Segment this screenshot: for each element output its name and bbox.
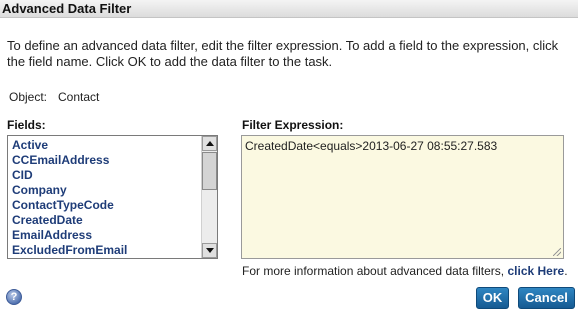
filter-expression-text: CreatedDate<equals>2013-06-27 08:55:27.5… [245, 139, 498, 153]
object-row: Object: Contact [9, 90, 99, 104]
field-item-excludedfromemail[interactable]: ExcludedFromEmail [12, 243, 127, 258]
object-value: Contact [58, 90, 100, 104]
scroll-up-button[interactable] [202, 136, 217, 151]
help-icon[interactable]: ? [6, 289, 22, 305]
object-label: Object: [9, 90, 48, 104]
scroll-down-button[interactable] [202, 243, 217, 258]
fields-listbox[interactable]: Active CCEmailAddress CID Company Contac… [7, 135, 218, 259]
arrow-down-icon [206, 248, 214, 253]
filter-expression-label: Filter Expression: [242, 118, 344, 132]
dialog-title: Advanced Data Filter [2, 1, 132, 16]
field-item-createddate[interactable]: CreatedDate [12, 213, 127, 228]
click-here-link[interactable]: click Here [507, 264, 564, 278]
ok-button[interactable]: OK [476, 287, 509, 309]
field-item-cid[interactable]: CID [12, 168, 127, 183]
fields-list: Active CCEmailAddress CID Company Contac… [12, 138, 127, 258]
field-item-ccemailaddress[interactable]: CCEmailAddress [12, 153, 127, 168]
field-item-company[interactable]: Company [12, 183, 127, 198]
fields-scrollbar[interactable] [201, 136, 217, 258]
instructions-text: To define an advanced data filter, edit … [7, 38, 559, 69]
cancel-button[interactable]: Cancel [518, 287, 575, 309]
more-info-suffix: . [564, 264, 568, 278]
resize-grip-icon[interactable] [553, 248, 561, 256]
field-item-active[interactable]: Active [12, 138, 127, 153]
dialog-titlebar: Advanced Data Filter [0, 0, 578, 18]
filter-expression-textarea[interactable]: CreatedDate<equals>2013-06-27 08:55:27.5… [241, 135, 564, 259]
more-info-label: For more information about advanced data… [242, 264, 508, 278]
field-item-emailaddress[interactable]: EmailAddress [12, 228, 127, 243]
more-info-text: For more information about advanced data… [242, 264, 568, 278]
fields-label: Fields: [7, 118, 46, 132]
field-item-contacttypecode[interactable]: ContactTypeCode [12, 198, 127, 213]
arrow-up-icon [206, 141, 214, 146]
scroll-thumb[interactable] [202, 152, 217, 190]
